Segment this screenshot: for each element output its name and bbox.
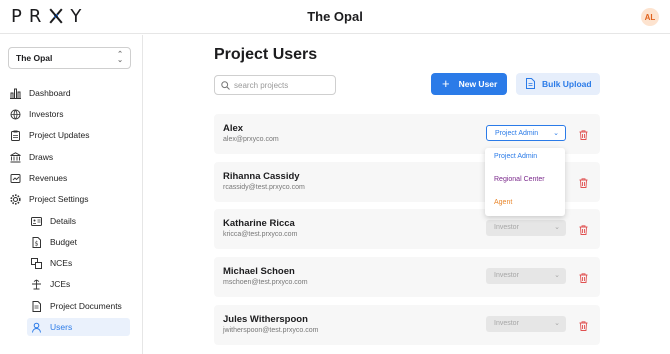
top-bar: P R Y The Opal AL <box>0 0 670 34</box>
new-user-button[interactable]: + New User <box>431 73 507 95</box>
sidebar-item-label: NCEs <box>50 258 73 268</box>
sidebar: The Opal ⌃ ⌄ Dashboard Investors Project … <box>0 35 143 354</box>
dollar-doc-icon: $ <box>31 236 42 248</box>
user-email: alex@prxyco.com <box>223 136 279 143</box>
user-row: Michael Schoen mschoen@test.prxyco.com I… <box>214 257 600 297</box>
chevron-down-icon: ⌄ <box>554 224 560 231</box>
trash-icon[interactable] <box>579 222 588 240</box>
user-name: Rihanna Cassidy <box>223 171 300 182</box>
trash-icon[interactable] <box>579 270 588 288</box>
nce-icon <box>31 257 42 269</box>
project-title: The Opal <box>307 9 363 24</box>
sidebar-item-project-documents[interactable]: Project Documents <box>31 297 122 315</box>
page-title: Project Users <box>214 46 318 63</box>
sidebar-item-label: Budget <box>50 237 77 247</box>
revenue-icon <box>10 173 21 184</box>
gear-icon <box>10 193 21 205</box>
bank-icon <box>10 151 21 163</box>
role-value: Investor <box>494 320 519 327</box>
user-row: Jules Witherspoon jwitherspoon@test.prxy… <box>214 305 600 345</box>
plus-icon: + <box>442 76 450 91</box>
main-content: Project Users search projects + New User… <box>143 35 670 354</box>
bulk-upload-button[interactable]: Bulk Upload <box>516 73 600 95</box>
trash-icon[interactable] <box>579 175 588 193</box>
sidebar-item-label: Project Updates <box>29 130 90 140</box>
sidebar-item-label: Project Documents <box>50 301 122 311</box>
user-name: Alex <box>223 123 244 134</box>
sidebar-item-investors[interactable]: Investors <box>10 105 64 123</box>
id-card-icon <box>31 216 42 227</box>
role-select[interactable]: Investor ⌄ <box>486 220 566 236</box>
chevron-down-icon: ⌄ <box>553 130 559 137</box>
bulk-upload-label: Bulk Upload <box>542 79 592 89</box>
sidebar-item-label: Investors <box>29 109 64 119</box>
user-name: Katharine Ricca <box>223 218 295 229</box>
project-select[interactable]: The Opal ⌃ ⌄ <box>8 47 131 69</box>
clipboard-icon <box>10 130 21 141</box>
user-email: rcassidy@test.prxyco.com <box>223 184 305 191</box>
document-icon <box>31 300 42 312</box>
user-name: Michael Schoen <box>223 266 295 277</box>
sidebar-item-budget[interactable]: $ Budget <box>31 233 77 251</box>
sidebar-item-label: Users <box>50 322 73 332</box>
jce-icon <box>31 278 42 290</box>
sidebar-item-jces[interactable]: JCEs <box>31 275 70 293</box>
sidebar-item-label: Dashboard <box>29 88 71 98</box>
sidebar-item-project-settings[interactable]: Project Settings <box>10 190 89 208</box>
chevron-down-icon: ⌄ <box>554 320 560 327</box>
trash-icon[interactable] <box>579 318 588 336</box>
user-email: mschoen@test.prxyco.com <box>223 279 308 286</box>
avatar[interactable]: AL <box>641 8 659 26</box>
sidebar-item-label: Draws <box>29 152 54 162</box>
bar-chart-icon <box>10 88 21 99</box>
new-user-label: New User <box>458 79 498 89</box>
sidebar-item-users[interactable]: Users <box>27 318 130 336</box>
sidebar-item-project-updates[interactable]: Project Updates <box>10 126 89 144</box>
search-icon <box>221 81 230 92</box>
role-value: Investor <box>494 224 519 231</box>
role-option-agent[interactable]: Agent <box>494 199 512 206</box>
role-select[interactable]: Investor ⌄ <box>486 316 566 332</box>
chevron-down-icon: ⌄ <box>554 272 560 279</box>
user-name: Jules Witherspoon <box>223 314 308 325</box>
svg-text:$: $ <box>35 240 39 247</box>
sidebar-item-revenues[interactable]: Revenues <box>10 169 67 187</box>
sidebar-item-nces[interactable]: NCEs <box>31 254 72 272</box>
sidebar-item-label: Details <box>50 216 76 226</box>
role-option-project-admin[interactable]: Project Admin <box>494 153 537 160</box>
sidebar-item-details[interactable]: Details <box>31 212 76 230</box>
sidebar-item-dashboard[interactable]: Dashboard <box>10 84 71 102</box>
user-email: kricca@test.prxyco.com <box>223 231 298 238</box>
globe-icon <box>10 109 21 120</box>
sidebar-item-draws[interactable]: Draws <box>10 148 53 166</box>
role-option-regional-center[interactable]: Regional Center <box>494 176 545 183</box>
search-placeholder: search projects <box>234 81 289 90</box>
sidebar-item-label: Revenues <box>29 173 68 183</box>
role-select[interactable]: Project Admin ⌄ <box>486 125 566 141</box>
sidebar-item-label: JCEs <box>50 279 71 289</box>
trash-icon[interactable] <box>579 127 588 145</box>
role-value: Investor <box>494 272 519 279</box>
search-input[interactable]: search projects <box>214 75 336 95</box>
project-select-value: The Opal <box>16 53 53 63</box>
user-icon <box>31 322 42 333</box>
user-email: jwitherspoon@test.prxyco.com <box>223 327 319 334</box>
role-value: Project Admin <box>495 130 539 137</box>
role-select[interactable]: Investor ⌄ <box>486 268 566 284</box>
sidebar-item-label: Project Settings <box>29 194 89 204</box>
chevron-updown-icon: ⌃ ⌄ <box>117 51 123 64</box>
role-dropdown-menu: Project Admin Regional Center Agent <box>485 148 565 216</box>
upload-file-icon <box>526 77 535 91</box>
